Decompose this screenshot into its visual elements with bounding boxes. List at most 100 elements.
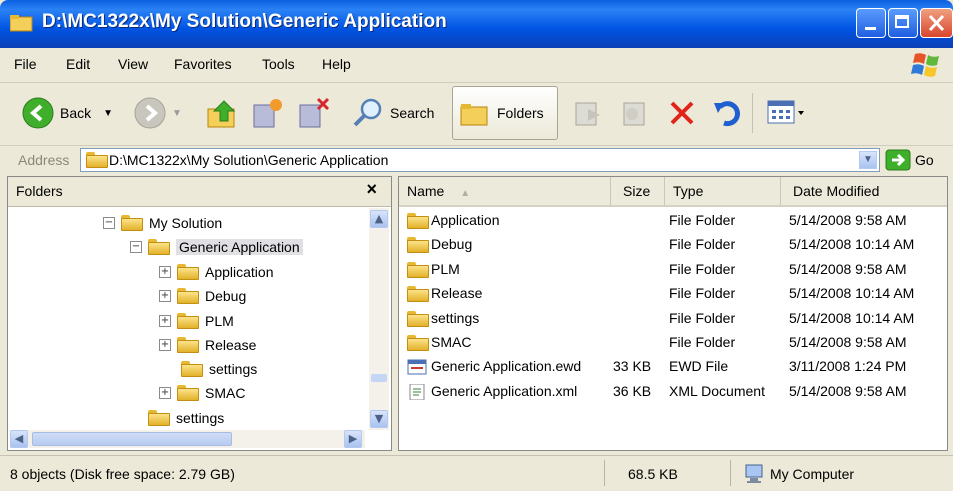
go-button[interactable]: Go: [885, 149, 934, 171]
tree-item[interactable]: − My Solution: [103, 215, 222, 231]
close-icon: [928, 14, 945, 32]
expand-icon[interactable]: +: [159, 387, 171, 399]
xml-document-icon: [409, 384, 425, 400]
folder-icon: [10, 15, 33, 32]
file-date: 5/14/2008 9:58 AM: [789, 261, 907, 277]
folder-icon: [407, 262, 429, 278]
file-date: 5/14/2008 10:14 AM: [789, 285, 915, 301]
move-to-folder-icon[interactable]: [618, 97, 650, 129]
file-row[interactable]: Release File Folder 5/14/2008 10:14 AM: [399, 282, 949, 306]
column-header-type[interactable]: Type: [665, 177, 781, 207]
file-date: 3/11/2008 1:24 PM: [789, 358, 907, 374]
file-size: 33 KB: [613, 358, 652, 374]
tree-item-label: Generic Application: [176, 239, 303, 255]
scroll-right-icon[interactable]: ▶: [344, 430, 362, 448]
menu-help[interactable]: Help: [322, 56, 351, 72]
status-divider: [604, 460, 605, 486]
collapse-icon[interactable]: −: [103, 217, 115, 229]
file-row[interactable]: Generic Application.xml 36 KB XML Docume…: [399, 380, 949, 404]
file-size: 36 KB: [613, 383, 652, 399]
minimize-button[interactable]: [856, 8, 886, 38]
file-row[interactable]: settings File Folder 5/14/2008 10:14 AM: [399, 307, 949, 331]
file-row[interactable]: Application File Folder 5/14/2008 9:58 A…: [399, 209, 949, 233]
tree-item-label: settings: [176, 410, 225, 426]
column-header-date[interactable]: Date Modified: [781, 177, 947, 207]
tree-item-label: PLM: [205, 313, 234, 329]
file-row[interactable]: Generic Application.ewd 33 KB EWD File 3…: [399, 355, 949, 379]
workspace-file-icon: [407, 359, 427, 375]
address-label: Address: [18, 152, 70, 168]
folder-icon: [177, 264, 199, 280]
file-row[interactable]: SMAC File Folder 5/14/2008 9:58 AM: [399, 331, 949, 355]
file-row[interactable]: Debug File Folder 5/14/2008 10:14 AM: [399, 233, 949, 257]
collapse-icon[interactable]: −: [130, 241, 142, 253]
maximize-button[interactable]: [888, 8, 918, 38]
tree-item[interactable]: + Application: [159, 264, 274, 280]
menu-file[interactable]: File: [14, 56, 37, 72]
file-row[interactable]: PLM File Folder 5/14/2008 9:58 AM: [399, 258, 949, 282]
delete-folder-icon[interactable]: [296, 97, 330, 131]
menu-favorites[interactable]: Favorites: [174, 56, 232, 72]
title-bar[interactable]: D:\MC1322x\My Solution\Generic Applicati…: [0, 0, 953, 48]
tree-item[interactable]: settings: [148, 410, 224, 426]
tree-item-label: settings: [209, 361, 258, 377]
views-icon[interactable]: [766, 99, 806, 127]
tree-item-label: Debug: [205, 288, 247, 304]
copy-to-icon[interactable]: [572, 97, 604, 129]
folders-button[interactable]: Folders: [452, 86, 558, 140]
expand-icon[interactable]: +: [159, 315, 171, 327]
vertical-scrollbar[interactable]: ▲ ▼: [369, 208, 389, 430]
menu-bar: File Edit View Favorites Tools Help: [0, 48, 953, 83]
tree-item[interactable]: + SMAC: [159, 385, 245, 401]
menu-edit[interactable]: Edit: [66, 56, 90, 72]
menu-view[interactable]: View: [118, 56, 148, 72]
file-name: Application: [431, 212, 500, 228]
delete-icon[interactable]: [666, 97, 698, 129]
folder-icon: [177, 337, 199, 353]
tree-item[interactable]: − Generic Application: [130, 239, 303, 255]
column-name-label: Name: [407, 183, 445, 199]
undo-icon[interactable]: [712, 97, 744, 129]
expand-icon[interactable]: +: [159, 290, 171, 302]
go-arrow-icon: [885, 149, 911, 171]
folders-pane-title: Folders: [16, 183, 63, 199]
tree-item[interactable]: + Debug: [159, 288, 246, 304]
back-button[interactable]: Back ▼: [22, 97, 113, 129]
menu-tools[interactable]: Tools: [262, 56, 295, 72]
address-dropdown-button[interactable]: ▼: [859, 151, 877, 169]
scroll-left-icon[interactable]: ◀: [10, 430, 28, 448]
scroll-thumb[interactable]: [371, 374, 387, 382]
status-bar: 8 objects (Disk free space: 2.79 GB) 68.…: [0, 455, 953, 491]
scroll-down-icon[interactable]: ▼: [370, 410, 388, 428]
address-input[interactable]: D:\MC1322x\My Solution\Generic Applicati…: [80, 148, 880, 172]
tree-item[interactable]: + PLM: [159, 313, 234, 329]
scroll-up-icon[interactable]: ▲: [370, 210, 388, 228]
file-list: Name ▲ Size Type Date Modified Applicati…: [398, 176, 948, 451]
forward-dropdown-icon[interactable]: ▼: [172, 108, 182, 119]
file-date: 5/14/2008 9:58 AM: [789, 383, 907, 399]
search-icon: [353, 98, 382, 127]
up-folder-icon[interactable]: [206, 97, 240, 131]
column-header-size[interactable]: Size: [611, 177, 665, 207]
move-to-icon[interactable]: [250, 97, 284, 131]
folder-icon: [86, 152, 108, 168]
file-date: 5/14/2008 9:58 AM: [789, 212, 907, 228]
tree-item[interactable]: settings: [181, 361, 257, 377]
column-date-label: Date Modified: [793, 183, 880, 199]
file-type: File Folder: [669, 334, 736, 350]
horizontal-scrollbar[interactable]: ◀ ▶: [10, 430, 365, 448]
expand-icon[interactable]: +: [159, 266, 171, 278]
forward-button[interactable]: ▼: [134, 97, 182, 129]
folder-icon: [148, 410, 170, 426]
close-pane-icon[interactable]: ×: [366, 179, 377, 200]
file-name: Release: [431, 285, 483, 301]
file-name: settings: [431, 310, 480, 326]
back-dropdown-icon[interactable]: ▼: [103, 108, 113, 119]
close-button[interactable]: [920, 8, 953, 38]
search-button[interactable]: Search: [352, 97, 434, 129]
tree-item[interactable]: + Release: [159, 337, 256, 353]
expand-icon[interactable]: +: [159, 339, 171, 351]
scroll-thumb[interactable]: [32, 432, 232, 446]
column-header-name[interactable]: Name ▲: [399, 177, 611, 207]
address-bar: Address D:\MC1322x\My Solution\Generic A…: [0, 146, 953, 174]
